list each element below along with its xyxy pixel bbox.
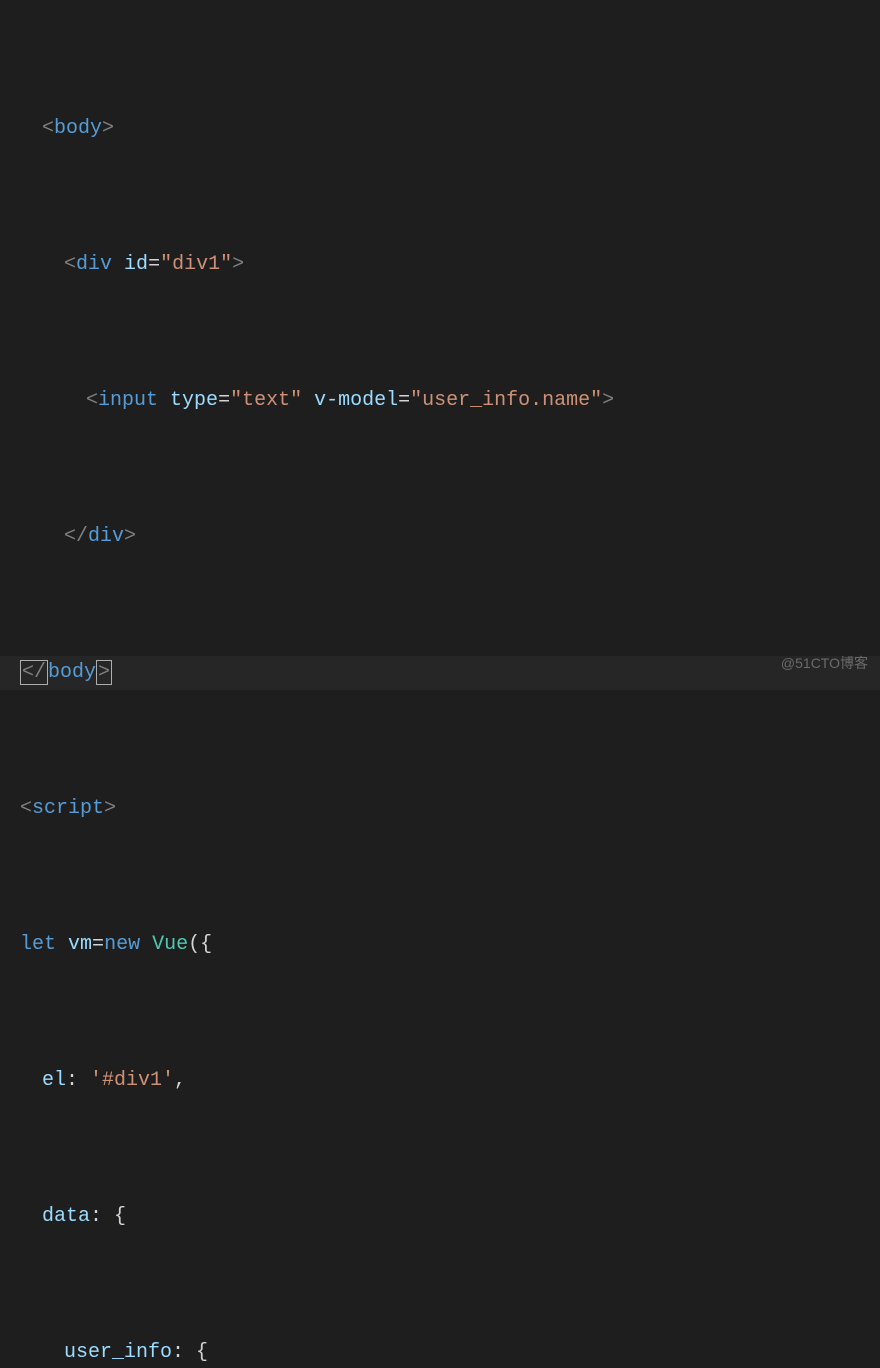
equals: = — [218, 389, 230, 412]
colon: : — [66, 1069, 90, 1092]
string-value: '#div1' — [90, 1069, 174, 1092]
code-line[interactable]: <body> — [0, 112, 880, 146]
code-line[interactable]: <script> — [0, 792, 880, 826]
tag-div: div — [76, 253, 112, 276]
attr-value: "text" — [230, 389, 302, 412]
tag-punc: < — [20, 797, 32, 820]
tag-script: script — [32, 797, 104, 820]
code-line-active[interactable]: </body> — [0, 656, 880, 690]
code-line[interactable]: <input type="text" v-model="user_info.na… — [0, 384, 880, 418]
equals: = — [92, 933, 104, 956]
var-vm: vm — [68, 933, 92, 956]
code-line[interactable]: el: '#div1', — [0, 1064, 880, 1098]
code-line[interactable]: </div> — [0, 520, 880, 554]
attr-value: "user_info.name" — [410, 389, 602, 412]
space — [140, 933, 152, 956]
attr-vmodel: v-model — [314, 389, 398, 412]
tag-input: input — [98, 389, 158, 412]
prop-userinfo: user_info — [64, 1341, 172, 1364]
code-line[interactable]: <div id="div1"> — [0, 248, 880, 282]
prop-data: data — [42, 1205, 90, 1228]
code-line[interactable]: data: { — [0, 1200, 880, 1234]
colon-brace: : { — [172, 1341, 208, 1364]
colon-brace: : { — [90, 1205, 126, 1228]
tag-punc: > — [232, 253, 244, 276]
tag-punc: > — [124, 525, 136, 548]
tag-punc: < — [86, 389, 98, 412]
paren-brace: ({ — [188, 933, 212, 956]
code-line[interactable]: user_info: { — [0, 1336, 880, 1368]
tag-punc: > — [104, 797, 116, 820]
tag-punc: </ — [64, 525, 88, 548]
keyword-new: new — [104, 933, 140, 956]
tag-body: body — [54, 117, 102, 140]
cursor-position: > — [96, 660, 112, 685]
attr-type: type — [170, 389, 218, 412]
tag-div: div — [88, 525, 124, 548]
tag-punc: < — [42, 117, 54, 140]
comma: , — [174, 1069, 186, 1092]
watermark-text: @51CTO博客 — [781, 652, 868, 676]
code-line[interactable]: let vm=new Vue({ — [0, 928, 880, 962]
code-editor[interactable]: <body> <div id="div1"> <input type="text… — [0, 0, 880, 1368]
equals: = — [398, 389, 410, 412]
tag-punc: > — [102, 117, 114, 140]
attr-id: id — [124, 253, 148, 276]
space — [56, 933, 68, 956]
tag-body: body — [48, 661, 96, 684]
attr-value: "div1" — [160, 253, 232, 276]
tag-punc: > — [602, 389, 614, 412]
keyword-let: let — [20, 933, 56, 956]
class-vue: Vue — [152, 933, 188, 956]
equals: = — [148, 253, 160, 276]
tag-punc: < — [64, 253, 76, 276]
prop-el: el — [42, 1069, 66, 1092]
tag-punc: </ — [20, 660, 48, 685]
